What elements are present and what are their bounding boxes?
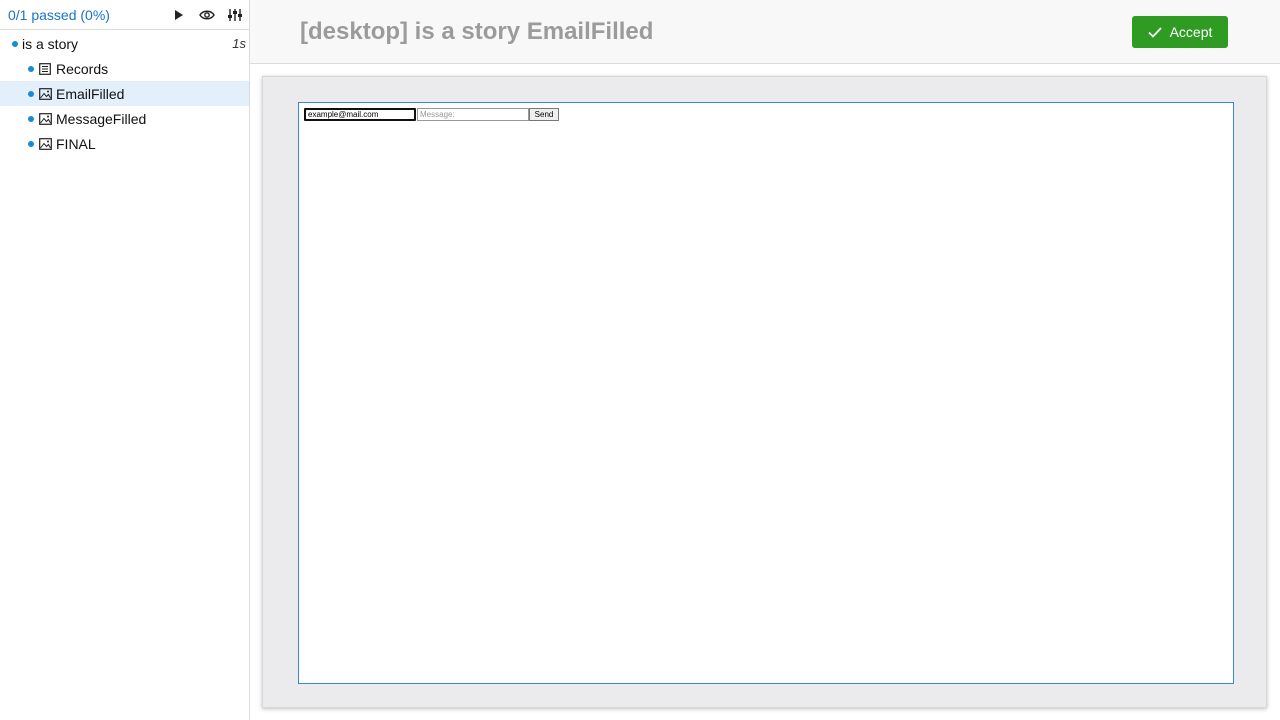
screenshot-preview: example@mail.com Message: Send xyxy=(298,102,1234,684)
tree-item-emailfilled[interactable]: EmailFilled xyxy=(0,81,249,106)
play-icon[interactable] xyxy=(165,1,193,29)
tree-item-story[interactable]: is a story 1s xyxy=(0,31,249,56)
eye-icon[interactable] xyxy=(193,1,221,29)
accept-button[interactable]: Accept xyxy=(1132,16,1228,48)
status-dot xyxy=(28,140,34,147)
image-icon xyxy=(38,112,52,126)
screenshot-frame: example@mail.com Message: Send xyxy=(262,76,1267,708)
status-dot xyxy=(28,90,34,97)
image-icon xyxy=(38,137,52,151)
tree-item-label: EmailFilled xyxy=(56,85,125,102)
send-button[interactable]: Send xyxy=(529,108,559,121)
status-dot xyxy=(28,115,34,122)
sidebar: 0/1 passed (0%) is a story 1s Records Em… xyxy=(0,0,250,720)
story-label: is a story xyxy=(22,35,79,52)
header: [desktop] is a story EmailFilled xyxy=(250,0,1280,64)
sliders-icon[interactable] xyxy=(221,1,249,29)
status-dot xyxy=(12,40,18,47)
accept-label: Accept xyxy=(1169,24,1213,40)
story-duration: 1s xyxy=(232,36,246,51)
story-tree: is a story 1s Records EmailFilled Messag… xyxy=(0,31,249,156)
image-icon xyxy=(38,87,52,101)
tree-item-records[interactable]: Records xyxy=(0,56,249,81)
tree-item-final[interactable]: FINAL xyxy=(0,131,249,156)
main-panel: [desktop] is a story EmailFilled Accept … xyxy=(250,0,1280,720)
email-field[interactable]: example@mail.com xyxy=(304,108,416,121)
tree-item-label: Records xyxy=(56,60,109,77)
status-dot xyxy=(28,65,34,72)
check-icon xyxy=(1147,26,1162,38)
list-icon xyxy=(38,62,52,76)
sidebar-toolbar: 0/1 passed (0%) xyxy=(0,0,249,30)
tree-item-label: MessageFilled xyxy=(56,110,147,127)
message-field[interactable]: Message: xyxy=(417,108,529,121)
tree-item-messagefilled[interactable]: MessageFilled xyxy=(0,106,249,131)
tree-item-label: FINAL xyxy=(56,135,96,152)
pass-summary-link[interactable]: 0/1 passed (0%) xyxy=(8,7,165,23)
preview-form: example@mail.com Message: Send xyxy=(304,108,559,121)
